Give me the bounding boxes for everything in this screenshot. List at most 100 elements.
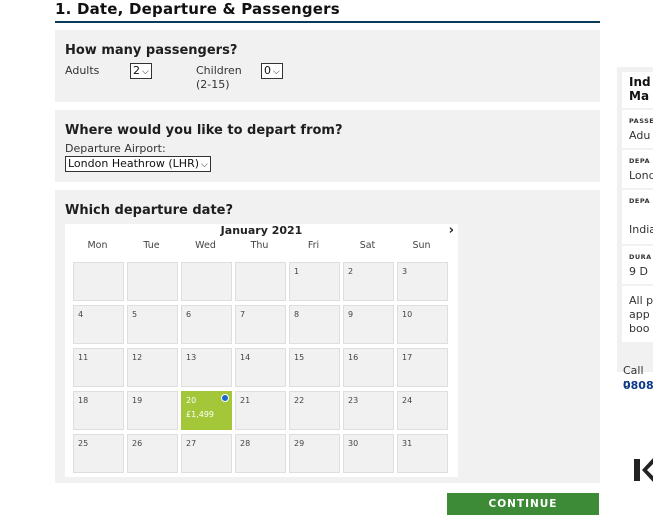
- summary-departure-value: Lond: [629, 169, 653, 182]
- weekday-label: Wed: [195, 240, 216, 251]
- calendar-day[interactable]: 12: [127, 348, 178, 387]
- weekday-label: Sat: [359, 240, 376, 251]
- summary-departure: DEPA Lond: [622, 150, 653, 188]
- calendar-day[interactable]: 7: [235, 305, 286, 344]
- departure-airport-value: London Heathrow (LHR): [68, 157, 200, 170]
- day-number: 16: [348, 353, 359, 362]
- weekday-label: Sun: [412, 240, 431, 251]
- calendar-day[interactable]: 14: [235, 348, 286, 387]
- calendar-day[interactable]: 28: [235, 434, 286, 473]
- summary-passengers-value: Adu: [629, 129, 651, 142]
- calendar-day[interactable]: 2: [343, 262, 394, 301]
- calendar-day[interactable]: 17: [397, 348, 448, 387]
- day-number: 2: [348, 267, 354, 276]
- day-number: 15: [294, 353, 305, 362]
- day-number: 27: [186, 439, 197, 448]
- departure-airport-select[interactable]: London Heathrow (LHR) ⌵: [65, 156, 211, 172]
- weekday-label: Thu: [250, 240, 269, 251]
- day-number: 14: [240, 353, 251, 362]
- calendar-day[interactable]: 23: [343, 391, 394, 430]
- calendar-day-selected[interactable]: 20 £1,499: [181, 391, 232, 430]
- day-number: 7: [240, 310, 246, 319]
- day-number: 5: [132, 310, 138, 319]
- day-number: 20: [186, 396, 197, 405]
- calendar-day[interactable]: 3: [397, 262, 448, 301]
- day-number: 6: [186, 310, 192, 319]
- departure-panel: Where would you like to depart from? Dep…: [55, 110, 600, 182]
- calendar-day[interactable]: 31: [397, 434, 448, 473]
- summary-date-caption: DEPA: [629, 197, 651, 205]
- calendar-day[interactable]: 19: [127, 391, 178, 430]
- day-number: 19: [132, 396, 143, 405]
- departure-heading: Where would you like to depart from?: [65, 123, 343, 138]
- adults-value: 2: [133, 64, 140, 77]
- chevron-down-icon: ⌵: [201, 160, 208, 170]
- day-number: 9: [348, 310, 354, 319]
- calendar-month: January 2021: [220, 224, 303, 237]
- weekday-label: Tue: [143, 240, 160, 251]
- adults-select[interactable]: 2 ⌵: [130, 63, 152, 79]
- calendar-day[interactable]: 6: [181, 305, 232, 344]
- calendar-day[interactable]: 25: [73, 434, 124, 473]
- calendar-day[interactable]: 9: [343, 305, 394, 344]
- summary-departure-caption: DEPA: [629, 157, 651, 165]
- day-number: 3: [402, 267, 408, 276]
- brand-logo-icon: [634, 458, 653, 482]
- calendar-day[interactable]: 5: [127, 305, 178, 344]
- calendar-day[interactable]: 4: [73, 305, 124, 344]
- summary-duration: DURA 9 D: [622, 246, 653, 284]
- calendar-day[interactable]: 11: [73, 348, 124, 387]
- calendar-empty-cell: [181, 262, 232, 301]
- day-number: 22: [294, 396, 305, 405]
- calendar-empty-cell: [235, 262, 286, 301]
- adults-label: Adults: [65, 64, 100, 77]
- day-number: 24: [402, 396, 413, 405]
- children-label: Children: [196, 64, 242, 77]
- chevron-right-icon[interactable]: ›: [449, 223, 454, 238]
- calendar-day[interactable]: 15: [289, 348, 340, 387]
- calendar-empty-cell: [73, 262, 124, 301]
- calendar-day[interactable]: 22: [289, 391, 340, 430]
- summary-note-line3: boo: [629, 322, 650, 335]
- summary-duration-value: 9 D: [629, 265, 648, 278]
- day-number: 17: [402, 353, 413, 362]
- day-number: 21: [240, 396, 251, 405]
- summary-note: All p app boo: [622, 286, 653, 342]
- summary-note-line2: app: [629, 308, 650, 321]
- calendar-day[interactable]: 1: [289, 262, 340, 301]
- day-number: 28: [240, 439, 251, 448]
- summary-title-line2: Ma: [629, 89, 650, 103]
- day-number: 4: [78, 310, 84, 319]
- calendar-day[interactable]: 16: [343, 348, 394, 387]
- calendar-day[interactable]: 27: [181, 434, 232, 473]
- calendar-day[interactable]: 8: [289, 305, 340, 344]
- calendar-day[interactable]: 13: [181, 348, 232, 387]
- day-price: £1,499: [186, 410, 214, 419]
- calendar-empty-cell: [127, 262, 178, 301]
- section-title: 1. Date, Departure & Passengers: [55, 0, 340, 18]
- calendar-day[interactable]: 18: [73, 391, 124, 430]
- day-number: 26: [132, 439, 143, 448]
- day-number: 11: [78, 353, 89, 362]
- phone-number-link[interactable]: 0808: [623, 379, 653, 392]
- children-select[interactable]: 0 ⌵: [261, 63, 283, 79]
- departure-airport-label: Departure Airport:: [65, 142, 166, 155]
- day-number: 1: [294, 267, 300, 276]
- day-number: 8: [294, 310, 300, 319]
- calendar-day[interactable]: 29: [289, 434, 340, 473]
- weekday-label: Fri: [307, 240, 320, 251]
- booking-summary: Ind Ma PASSE Adu DEPA Lond DEPA India DU…: [617, 67, 653, 372]
- passengers-panel: How many passengers? Adults 2 ⌵ Children …: [55, 30, 600, 102]
- weekday-label: Mon: [87, 240, 108, 251]
- calendar-day[interactable]: 21: [235, 391, 286, 430]
- chevron-down-icon: ⌵: [273, 67, 280, 77]
- continue-button[interactable]: CONTINUE: [447, 493, 599, 515]
- day-number: 13: [186, 353, 197, 362]
- date-heading: Which departure date?: [65, 203, 234, 218]
- day-number: 12: [132, 353, 143, 362]
- calendar-day[interactable]: 24: [397, 391, 448, 430]
- day-number: 18: [78, 396, 89, 405]
- calendar-day[interactable]: 10: [397, 305, 448, 344]
- calendar-day[interactable]: 26: [127, 434, 178, 473]
- calendar-day[interactable]: 30: [343, 434, 394, 473]
